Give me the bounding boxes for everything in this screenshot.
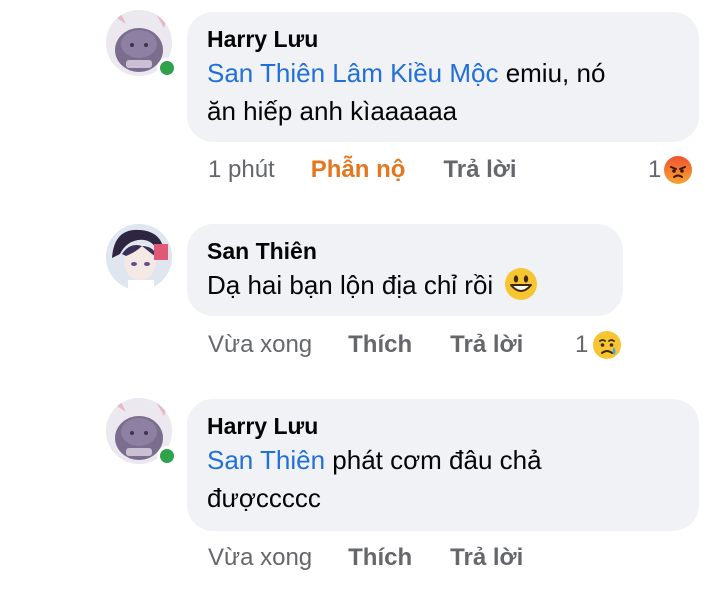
reaction-summary[interactable]: 1 (648, 152, 693, 188)
avatar-san-thien[interactable] (106, 224, 172, 290)
comment-text: San Thiên phát cơm đâu chả đượccccc (207, 441, 679, 517)
comment-text-line2: ăn hiếp anh kìaaaaaa (207, 96, 458, 126)
reaction-button[interactable]: Phẫn nộ (311, 156, 406, 184)
comment-text-line1: phát cơm đâu chả (325, 445, 542, 475)
reply-button[interactable]: Trả lời (443, 156, 516, 184)
comment-timestamp[interactable]: Vừa xong (208, 544, 312, 572)
like-button[interactable]: Thích (348, 544, 412, 572)
online-status-dot (157, 446, 177, 466)
comment-bubble[interactable]: Harry Lưu San Thiên Lâm Kiều Mộc emiu, n… (187, 12, 699, 142)
comment-actions: Vừa xong Thích Trả lời (208, 327, 561, 363)
comment-timestamp[interactable]: Vừa xong (208, 331, 312, 359)
mention-link[interactable]: San Thiên (207, 445, 325, 475)
comment-text: Dạ hai bạn lộn địa chỉ rồi (207, 266, 603, 304)
comment-bubble[interactable]: San Thiên Dạ hai bạn lộn địa chỉ rồi (187, 224, 623, 316)
reply-button[interactable]: Trả lời (450, 331, 523, 359)
angry-emoji-icon (664, 156, 693, 184)
comment-text-line1: emiu, nó (498, 58, 606, 88)
comment-text-line2: đượccccc (207, 483, 321, 513)
grinning-emoji-icon (505, 268, 538, 301)
comment-author[interactable]: Harry Lưu (207, 411, 679, 441)
online-status-dot (157, 58, 177, 78)
avatar-anime-image (106, 224, 172, 290)
comment-bubble[interactable]: Harry Lưu San Thiên phát cơm đâu chả đượ… (187, 399, 699, 531)
sad-emoji-icon (593, 331, 622, 359)
comment-timestamp[interactable]: 1 phút (208, 156, 275, 184)
comment-text: San Thiên Lâm Kiều Mộc emiu, nó ăn hiếp … (207, 54, 679, 130)
reaction-count: 1 (648, 156, 662, 183)
reaction-count: 1 (575, 331, 589, 358)
reaction-summary[interactable]: 1 (575, 327, 622, 363)
comment-actions: Vừa xong Thích Trả lời (208, 540, 561, 576)
mention-link[interactable]: San Thiên Lâm Kiều Mộc (207, 58, 498, 88)
comment-author[interactable]: Harry Lưu (207, 24, 679, 54)
comment-text-line1: Dạ hai bạn lộn địa chỉ rồi (207, 270, 494, 300)
reply-button[interactable]: Trả lời (450, 544, 523, 572)
comment-author[interactable]: San Thiên (207, 236, 603, 266)
comment-actions: 1 phút Phẫn nộ Trả lời (208, 152, 555, 188)
like-button[interactable]: Thích (348, 331, 412, 359)
